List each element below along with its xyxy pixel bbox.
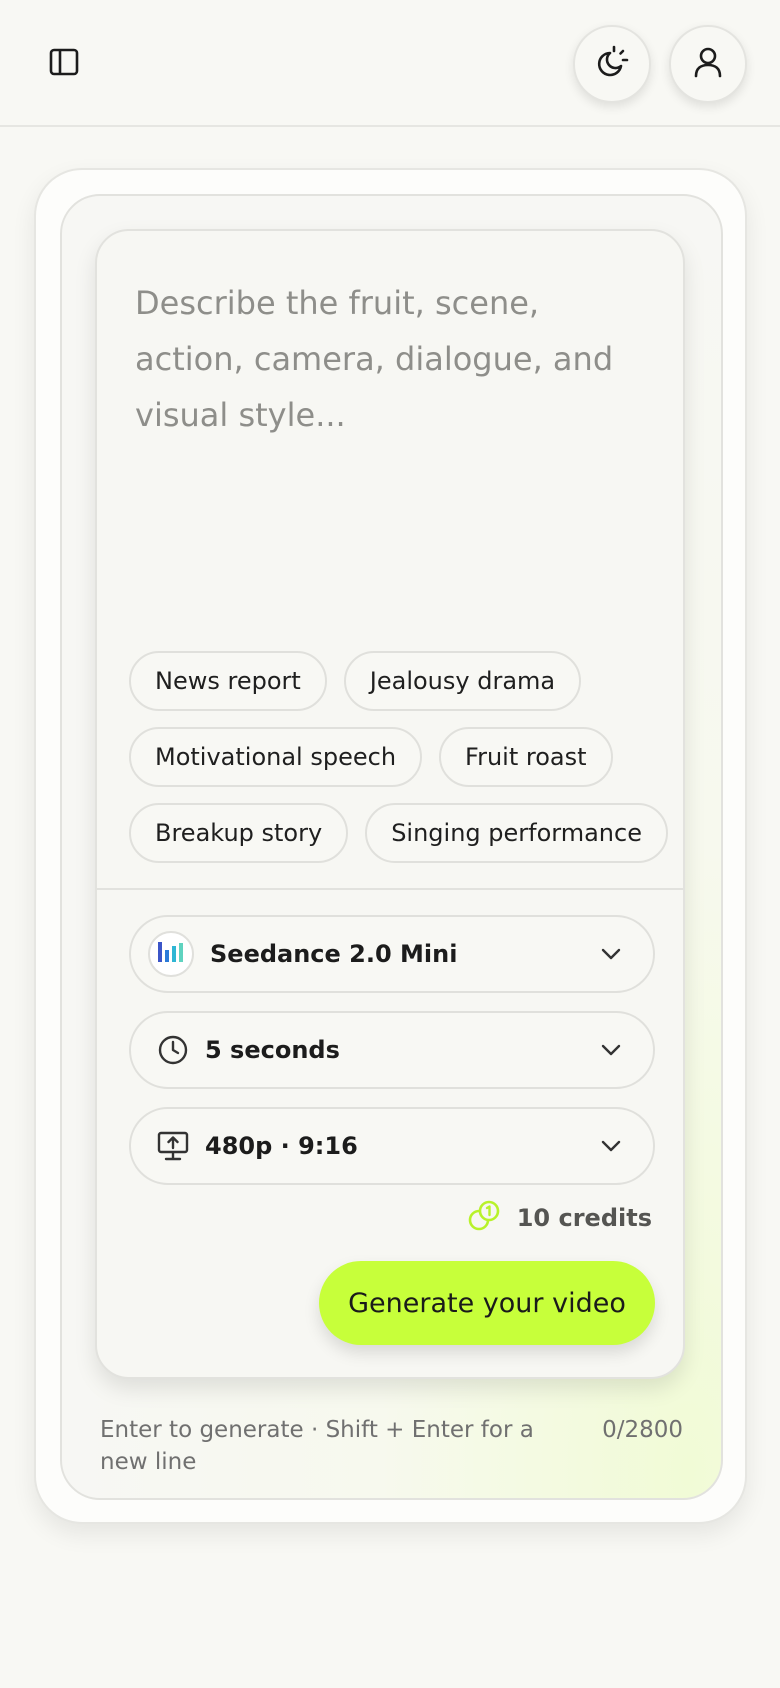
- composer-outer-card: News report Jealousy drama Motivational …: [34, 168, 747, 1524]
- chip-motivational-speech[interactable]: Motivational speech: [129, 727, 423, 787]
- character-counter: 0/2800: [602, 1417, 683, 1443]
- user-icon: [693, 46, 723, 82]
- clock-icon: [155, 1032, 191, 1068]
- top-bar: [0, 0, 780, 127]
- model-select[interactable]: Seedance 2.0 Mini: [129, 915, 655, 993]
- chip-singing-performance[interactable]: Singing performance: [365, 803, 668, 863]
- chip-news-report[interactable]: News report: [129, 651, 327, 711]
- duration-select[interactable]: 5 seconds: [129, 1011, 655, 1089]
- generate-video-button[interactable]: Generate your video: [319, 1261, 655, 1345]
- chip-jealousy-drama[interactable]: Jealousy drama: [343, 651, 582, 711]
- sidebar-panel-icon: [49, 48, 79, 80]
- monitor-upload-icon: [155, 1128, 191, 1164]
- chip-fruit-roast[interactable]: Fruit roast: [439, 727, 613, 787]
- sidebar-toggle-button[interactable]: [40, 40, 88, 88]
- credits-indicator: 10 credits: [467, 1199, 652, 1237]
- coins-icon: [467, 1199, 501, 1237]
- bar-chart-logo-icon: [157, 940, 185, 968]
- resolution-label: 480p · 9:16: [205, 1132, 358, 1160]
- composer-inner-card: News report Jealousy drama Motivational …: [60, 194, 723, 1500]
- prompt-input[interactable]: [135, 275, 655, 605]
- model-logo: [148, 931, 194, 977]
- divider: [97, 888, 683, 890]
- theme-toggle-button[interactable]: [573, 25, 651, 103]
- chevron-down-icon: [597, 1132, 625, 1160]
- keyboard-hint: Enter to generate · Shift + Enter for a …: [100, 1417, 534, 1475]
- sun-moon-icon: [594, 44, 630, 84]
- chevron-down-icon: [597, 940, 625, 968]
- duration-label: 5 seconds: [205, 1036, 340, 1064]
- user-account-button[interactable]: [669, 25, 747, 103]
- chip-breakup-story[interactable]: Breakup story: [129, 803, 349, 863]
- credits-label: 10 credits: [516, 1204, 652, 1232]
- prompt-suggestion-chips: News report Jealousy drama Motivational …: [129, 651, 669, 863]
- resolution-select[interactable]: 480p · 9:16: [129, 1107, 655, 1185]
- prompt-composer: News report Jealousy drama Motivational …: [95, 229, 685, 1379]
- chevron-down-icon: [597, 1036, 625, 1064]
- model-label: Seedance 2.0 Mini: [210, 940, 458, 968]
